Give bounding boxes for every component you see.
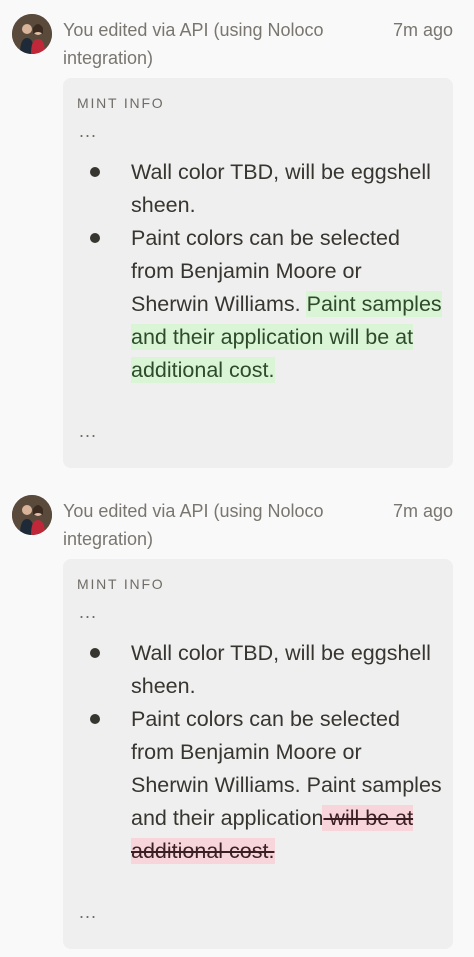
bullet-list: Wall color TBD, will be eggshell sheen. … (83, 637, 443, 868)
avatar-photo-icon (12, 14, 52, 54)
ellipsis-icon: ... (79, 121, 98, 141)
field-label: MINT INFO (77, 95, 165, 111)
activity-description: You edited via API (using Noloco integra… (63, 20, 324, 68)
timestamp: 7m ago (392, 20, 453, 40)
activity-description: You edited via API (using Noloco integra… (63, 501, 324, 549)
list-item: Wall color TBD, will be eggshell sheen. (83, 637, 443, 703)
diff-card: MINT INFO ... Wall color TBD, will be eg… (63, 78, 453, 468)
bullet-text: Wall color TBD, will be eggshell sheen. (131, 641, 431, 698)
activity-feed: You edited via API (using Noloco integra… (0, 0, 474, 957)
ellipsis-icon: ... (79, 602, 98, 622)
avatar[interactable] (12, 14, 52, 54)
field-label: MINT INFO (77, 576, 165, 592)
timestamp: 7m ago (392, 501, 453, 521)
avatar-photo-icon (12, 495, 52, 535)
ellipsis-icon: ... (79, 421, 98, 441)
list-item: Paint colors can be selected from Benjam… (83, 222, 443, 387)
bullet-list: Wall color TBD, will be eggshell sheen. … (83, 156, 443, 387)
ellipsis-icon: ... (79, 902, 98, 922)
list-item: Paint colors can be selected from Benjam… (83, 703, 443, 868)
avatar[interactable] (12, 495, 52, 535)
diff-card: MINT INFO ... Wall color TBD, will be eg… (63, 559, 453, 949)
bullet-text: Wall color TBD, will be eggshell sheen. (131, 160, 431, 217)
list-item: Wall color TBD, will be eggshell sheen. (83, 156, 443, 222)
